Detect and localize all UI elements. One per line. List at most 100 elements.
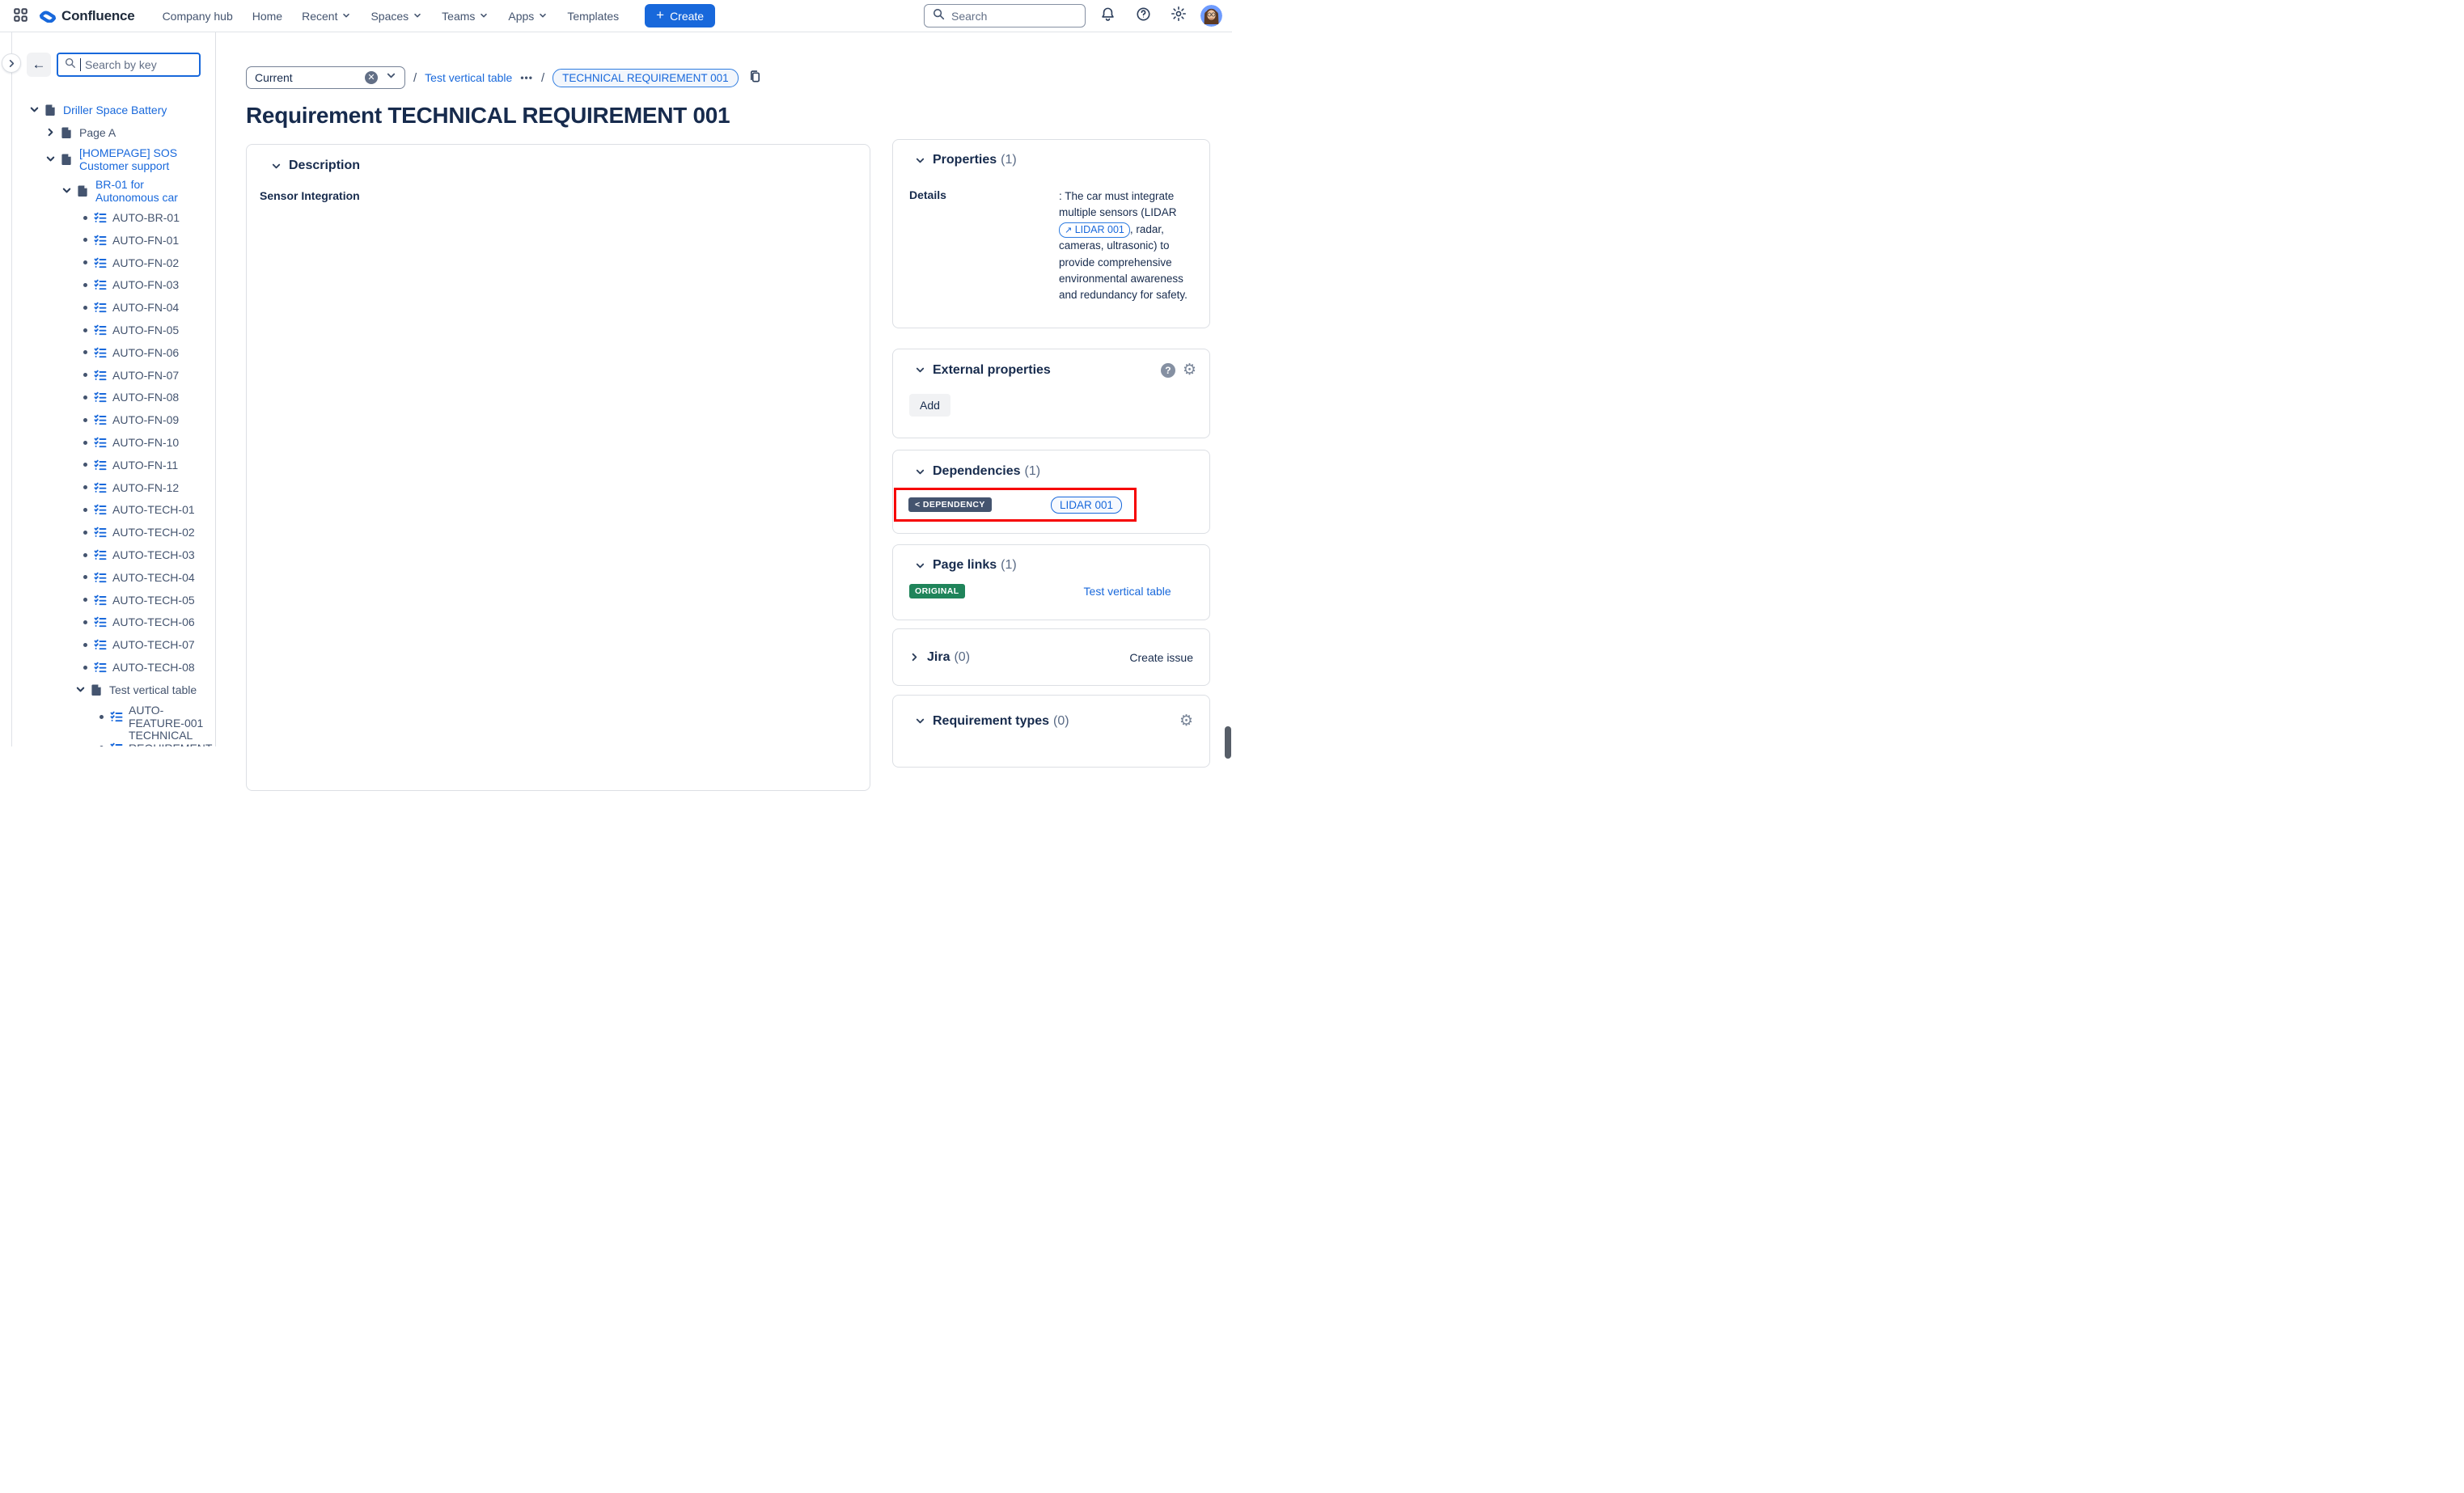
tree-item-auto-fn-05[interactable]: AUTO-FN-05 — [11, 319, 215, 341]
chevron-down-icon[interactable] — [915, 365, 925, 375]
chevron-down-icon[interactable] — [74, 684, 86, 695]
chevron-down-icon — [341, 9, 351, 23]
page-icon — [91, 683, 104, 696]
user-avatar[interactable] — [1200, 5, 1222, 27]
tree-item-technical-requirement-001[interactable]: TECHNICAL REQUIREMENT 001 — [11, 733, 215, 746]
add-external-property-button[interactable]: Add — [909, 394, 950, 417]
tree-item-auto-fn-06[interactable]: AUTO-FN-06 — [11, 341, 215, 364]
tree-item-br-01-for-autonomous-car[interactable]: BR-01 for Autonomous car — [11, 175, 215, 206]
clear-icon[interactable]: ✕ — [365, 71, 378, 84]
chevron-down-icon[interactable] — [44, 154, 56, 164]
page-links-heading: Page links — [933, 558, 997, 573]
search-by-key-input[interactable] — [85, 58, 190, 71]
tree-item-driller-space-battery[interactable]: Driller Space Battery — [11, 99, 215, 121]
create-issue-button[interactable]: Create issue — [1129, 651, 1193, 664]
chevron-down-icon[interactable] — [915, 716, 925, 726]
nav-item-company-hub[interactable]: Company hub — [155, 5, 241, 27]
breadcrumb-current-chip[interactable]: TECHNICAL REQUIREMENT 001 — [552, 69, 739, 87]
back-button[interactable]: ← — [27, 53, 51, 77]
nav-item-apps[interactable]: Apps — [500, 4, 556, 27]
scrollbar-thumb[interactable] — [1225, 726, 1231, 759]
version-select[interactable]: Current ✕ — [246, 66, 405, 89]
task-list-icon — [94, 391, 107, 404]
breadcrumb-ellipsis-button[interactable]: ••• — [520, 72, 533, 83]
lidar-link-chip[interactable]: ↗ LIDAR 001 — [1059, 222, 1130, 238]
requirement-types-count: (0) — [1053, 714, 1069, 729]
tree-item-auto-fn-08[interactable]: AUTO-FN-08 — [11, 387, 215, 409]
nav-item-teams[interactable]: Teams — [434, 4, 497, 27]
nav-item-spaces[interactable]: Spaces — [362, 4, 430, 27]
nav-item-templates[interactable]: Templates — [559, 5, 627, 27]
chevron-down-icon[interactable] — [915, 155, 925, 166]
tree-item-auto-br-01[interactable]: AUTO-BR-01 — [11, 206, 215, 229]
task-list-icon — [110, 742, 123, 746]
tree-item-auto-fn-07[interactable]: AUTO-FN-07 — [11, 364, 215, 387]
tree-item-auto-fn-10[interactable]: AUTO-FN-10 — [11, 431, 215, 454]
chevron-down-icon[interactable] — [915, 467, 925, 477]
expand-panel-button[interactable] — [2, 53, 21, 73]
bullet-icon — [79, 395, 91, 400]
tree-item-auto-fn-02[interactable]: AUTO-FN-02 — [11, 252, 215, 274]
bullet-icon — [79, 620, 91, 624]
top-nav: Confluence Company hubHomeRecentSpacesTe… — [0, 0, 1232, 32]
tree-item-auto-fn-01[interactable]: AUTO-FN-01 — [11, 229, 215, 252]
nav-item-home[interactable]: Home — [244, 5, 290, 27]
task-list-icon — [94, 481, 107, 494]
tree-item-auto-fn-11[interactable]: AUTO-FN-11 — [11, 454, 215, 476]
task-list-icon — [94, 301, 107, 314]
bullet-icon — [79, 350, 91, 354]
tree-item-page-a[interactable]: Page A — [11, 121, 215, 144]
confluence-logo[interactable]: Confluence — [39, 5, 135, 27]
search-by-key-field[interactable] — [57, 53, 201, 77]
tree-item-auto-tech-06[interactable]: AUTO-TECH-06 — [11, 611, 215, 634]
tree-item-auto-fn-09[interactable]: AUTO-FN-09 — [11, 408, 215, 431]
settings-button[interactable] — [1165, 2, 1192, 30]
create-button[interactable]: + Create — [645, 4, 715, 27]
copy-icon — [748, 70, 762, 86]
help-icon[interactable]: ? — [1161, 363, 1175, 378]
tree-item-auto-tech-08[interactable]: AUTO-TECH-08 — [11, 656, 215, 679]
global-search[interactable] — [924, 4, 1086, 27]
breadcrumb-parent-link[interactable]: Test vertical table — [425, 71, 512, 84]
tree-item-homepage-sos-customer-support[interactable]: [HOMEPAGE] SOS Customer support — [11, 144, 215, 176]
gear-icon[interactable]: ⚙ — [1183, 362, 1196, 378]
tree-item-auto-tech-04[interactable]: AUTO-TECH-04 — [11, 566, 215, 589]
bullet-icon — [79, 666, 91, 670]
tree-item-auto-tech-03[interactable]: AUTO-TECH-03 — [11, 543, 215, 566]
bullet-icon — [79, 306, 91, 310]
tree-item-auto-fn-04[interactable]: AUTO-FN-04 — [11, 296, 215, 319]
tree-item-auto-feature-001[interactable]: AUTO-FEATURE-001 — [11, 701, 215, 733]
gear-icon[interactable]: ⚙ — [1179, 713, 1193, 729]
properties-count: (1) — [1001, 153, 1017, 167]
help-button[interactable] — [1129, 2, 1157, 30]
notifications-button[interactable] — [1094, 2, 1121, 30]
chevron-down-icon[interactable] — [61, 185, 72, 196]
arrow-up-right-icon: ↗ — [1065, 226, 1072, 235]
global-search-input[interactable] — [951, 10, 1065, 23]
chevron-right-icon[interactable] — [909, 652, 920, 662]
tree-item-auto-fn-12[interactable]: AUTO-FN-12 — [11, 476, 215, 499]
tree-item-auto-tech-07[interactable]: AUTO-TECH-07 — [11, 633, 215, 656]
chevron-right-icon[interactable] — [44, 127, 56, 137]
search-icon — [933, 8, 945, 24]
chevron-down-icon[interactable] — [271, 161, 282, 171]
bullet-icon — [79, 373, 91, 377]
tree-item-auto-tech-05[interactable]: AUTO-TECH-05 — [11, 589, 215, 611]
app-switcher-button[interactable] — [8, 4, 32, 28]
tree-item-auto-fn-03[interactable]: AUTO-FN-03 — [11, 274, 215, 297]
task-list-icon — [94, 369, 107, 382]
page-link[interactable]: Test vertical table — [1084, 585, 1171, 598]
tree-item-auto-tech-01[interactable]: AUTO-TECH-01 — [11, 499, 215, 522]
tree-item-auto-tech-02[interactable]: AUTO-TECH-02 — [11, 521, 215, 543]
nav-item-recent[interactable]: Recent — [294, 4, 359, 27]
bullet-icon — [79, 216, 91, 220]
copy-button[interactable] — [747, 68, 764, 87]
property-label: Details — [909, 188, 1059, 304]
chevron-down-icon[interactable] — [915, 560, 925, 571]
confluence-logo-icon — [39, 5, 57, 27]
original-badge: ORIGINAL — [909, 584, 965, 598]
task-list-icon — [94, 526, 107, 539]
chevron-down-icon[interactable] — [28, 104, 40, 115]
dependency-target-chip[interactable]: LIDAR 001 — [1051, 497, 1122, 514]
tree-item-test-vertical-table[interactable]: Test vertical table — [11, 679, 215, 701]
